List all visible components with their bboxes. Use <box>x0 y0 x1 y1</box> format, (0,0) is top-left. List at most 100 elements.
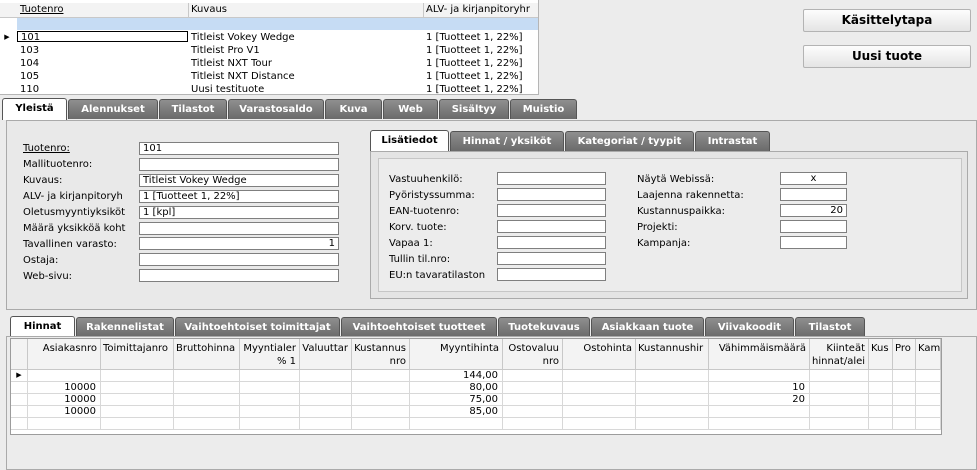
alv-field[interactable]: 1 [Tuotteet 1, 22%] <box>139 190 339 203</box>
mallituotenro-field[interactable] <box>139 158 339 171</box>
cell-kuvaus[interactable]: Titleist Vokey Wedge <box>188 31 423 44</box>
cell-pro[interactable] <box>893 406 916 418</box>
cell-myyntihinta[interactable] <box>410 418 503 430</box>
tab-kategoriat-tyypit[interactable]: Kategoriat / tyypit <box>565 131 694 151</box>
tab-muistio[interactable]: Muistio <box>510 99 577 119</box>
table-row[interactable]: 10000 75,00 20 <box>11 394 941 406</box>
tab-tilastot-bottom[interactable]: Tilastot <box>795 317 865 337</box>
cell-asiakasnro[interactable]: 10000 <box>28 406 101 418</box>
col-bruttohinta[interactable]: Bruttohinna <box>174 339 240 370</box>
tab-intrastat[interactable]: Intrastat <box>695 131 770 151</box>
cell-kus[interactable] <box>869 418 893 430</box>
tab-tuotekuvaus[interactable]: Tuotekuvaus <box>498 317 590 337</box>
tullin-field[interactable] <box>497 252 606 265</box>
cell-vahimmaismaara[interactable] <box>709 370 810 382</box>
cell-ostohinta[interactable] <box>563 406 636 418</box>
table-row[interactable]: ▶ 101 Titleist Vokey Wedge 1 [Tuotteet 1… <box>0 31 538 44</box>
cell-kustannushinta[interactable] <box>636 382 709 394</box>
tab-alennukset[interactable]: Alennukset <box>68 99 158 119</box>
cell-myyntialer[interactable] <box>240 394 300 406</box>
tab-yleista[interactable]: Yleistä <box>2 98 67 120</box>
tab-rakennelistat[interactable]: Rakennelistat <box>76 317 174 337</box>
col-pro[interactable]: Pro <box>893 339 916 370</box>
ean-field[interactable] <box>497 204 606 217</box>
cell-bruttohinta[interactable] <box>174 418 240 430</box>
cell-asiakasnro[interactable]: 10000 <box>28 394 101 406</box>
cell-kustannushinta[interactable] <box>636 406 709 418</box>
kustannuspaikka-field[interactable]: 20 <box>780 204 847 217</box>
table-row[interactable]: 110 Uusi testituote 1 [Tuotteet 1, 22%] <box>0 83 538 94</box>
cell-kam[interactable] <box>916 370 941 382</box>
tuotenro-field[interactable]: 101 <box>139 142 339 155</box>
cell-ostohinta[interactable] <box>563 394 636 406</box>
cell-alv[interactable]: 1 [Tuotteet 1, 22%] <box>423 83 538 94</box>
column-kuvaus[interactable]: Kuvaus <box>188 3 424 17</box>
tab-hinnat[interactable]: Hinnat <box>10 316 75 338</box>
tab-asiakkaan-tuote[interactable]: Asiakkaan tuote <box>591 317 704 337</box>
cell-kam[interactable] <box>916 406 941 418</box>
cell-pro[interactable] <box>893 418 916 430</box>
cell-toimittajanro[interactable] <box>101 370 174 382</box>
cell-kustannushinta[interactable] <box>636 370 709 382</box>
cell-kiinteat[interactable] <box>810 394 869 406</box>
cell-pro[interactable] <box>893 370 916 382</box>
cell-vahimmaismaara[interactable]: 20 <box>709 394 810 406</box>
cell-myyntialer[interactable] <box>240 418 300 430</box>
cell-toimittajanro[interactable] <box>101 394 174 406</box>
projekti-field[interactable] <box>780 220 847 233</box>
cell-tuotenro[interactable]: 110 <box>17 83 188 94</box>
table-row[interactable]: 104 Titleist NXT Tour 1 [Tuotteet 1, 22%… <box>0 57 538 70</box>
web-sivu-field[interactable] <box>139 269 339 282</box>
cell-vahimmaismaara[interactable] <box>709 418 810 430</box>
cell-kuvaus[interactable]: Titleist Pro V1 <box>188 44 423 57</box>
maara-yksikkoa-field[interactable] <box>139 222 339 235</box>
eu-tavaratilasto-field[interactable] <box>497 268 606 281</box>
cell-toimittajanro[interactable] <box>101 418 174 430</box>
cell-kus[interactable] <box>869 370 893 382</box>
table-row[interactable]: 10000 80,00 10 <box>11 382 941 394</box>
col-ostohinta[interactable]: Ostohinta <box>563 339 636 370</box>
cell-asiakasnro[interactable] <box>28 418 101 430</box>
col-valuutta[interactable]: Valuuttar <box>300 339 352 370</box>
cell-kiinteat[interactable] <box>810 418 869 430</box>
cell-myyntihinta[interactable]: 80,00 <box>410 382 503 394</box>
cell-ostohinta[interactable] <box>563 382 636 394</box>
cell-kus[interactable] <box>869 394 893 406</box>
cell-alv[interactable]: 1 [Tuotteet 1, 22%] <box>423 70 538 83</box>
table-row[interactable] <box>11 418 941 430</box>
table-row[interactable]: 103 Titleist Pro V1 1 [Tuotteet 1, 22%] <box>0 44 538 57</box>
cell-ostovaluutta[interactable] <box>503 394 563 406</box>
cell-bruttohinta[interactable] <box>174 394 240 406</box>
kampanja-field[interactable] <box>780 236 847 249</box>
col-ostovaluutta[interactable]: Ostovaluu nro <box>503 339 563 370</box>
col-kustannusnro[interactable]: Kustannus nro <box>352 339 410 370</box>
table-row[interactable]: 105 Titleist NXT Distance 1 [Tuotteet 1,… <box>0 70 538 83</box>
cell-kustannusnro[interactable] <box>352 406 410 418</box>
cell-kuvaus[interactable]: Uusi testituote <box>188 83 423 94</box>
nayta-webissa-field[interactable]: x <box>780 172 847 185</box>
col-myyntialer[interactable]: Myyntialer % 1 <box>240 339 300 370</box>
column-tuotenro[interactable]: Tuotenro <box>17 3 189 17</box>
cell-kam[interactable] <box>916 418 941 430</box>
oletusmyyntiyksikot-field[interactable]: 1 [kpl] <box>139 206 339 219</box>
col-myyntihinta[interactable]: Myyntihinta <box>410 339 503 370</box>
cell-vahimmaismaara[interactable]: 10 <box>709 382 810 394</box>
col-kustannushinta[interactable]: Kustannushir <box>636 339 709 370</box>
col-toimittajanro[interactable]: Toimittajanro <box>101 339 174 370</box>
cell-vahimmaismaara[interactable] <box>709 406 810 418</box>
cell-tuotenro[interactable]: 103 <box>17 44 188 57</box>
cell-valuutta[interactable] <box>300 370 352 382</box>
cell-myyntihinta[interactable]: 144,00 <box>410 370 503 382</box>
cell-myyntialer[interactable] <box>240 406 300 418</box>
cell-pro[interactable] <box>893 394 916 406</box>
cell-asiakasnro[interactable]: 10000 <box>28 382 101 394</box>
cell-kustannusnro[interactable] <box>352 418 410 430</box>
tab-kuva[interactable]: Kuva <box>325 99 382 119</box>
tab-lisatiedot[interactable]: Lisätiedot <box>370 130 449 152</box>
tab-varastosaldo[interactable]: Varastosaldo <box>228 99 324 119</box>
new-product-button[interactable]: Uusi tuote <box>803 45 971 68</box>
cell-kustannushinta[interactable] <box>636 418 709 430</box>
col-kiinteat[interactable]: Kiinteät hinnat/alei <box>810 339 869 370</box>
cell-kuvaus[interactable]: Titleist NXT Tour <box>188 57 423 70</box>
cell-valuutta[interactable] <box>300 406 352 418</box>
